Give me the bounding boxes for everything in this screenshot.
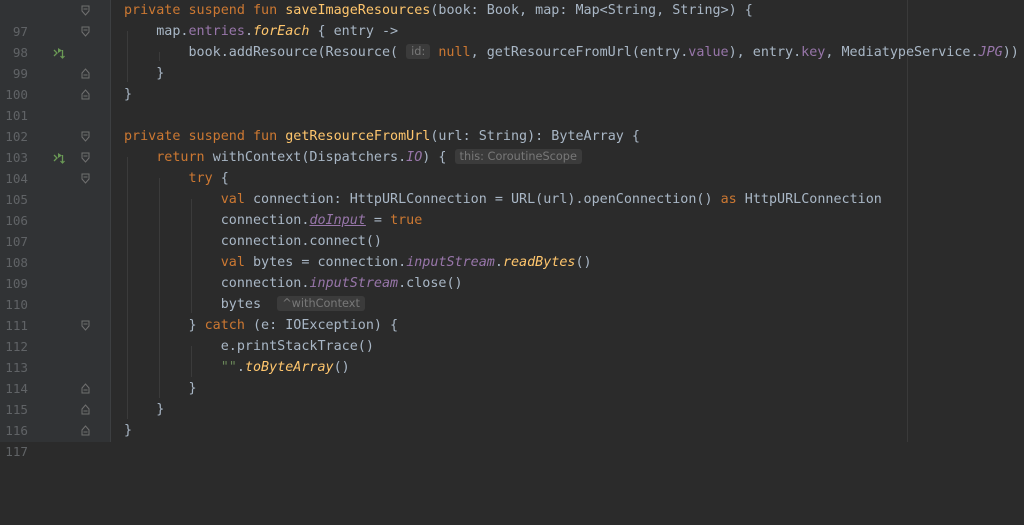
code-editor[interactable]: 97 private suspend fun saveImageResource… <box>0 0 1024 459</box>
code-line: 116 } <box>0 399 1024 438</box>
fold-icon[interactable] <box>78 147 92 168</box>
fold-icon[interactable] <box>78 378 92 399</box>
code-text: try { <box>188 171 229 186</box>
code-line: 110 connection.inputStream.close() <box>0 273 1024 312</box>
code-line: 102 <box>0 105 1024 144</box>
code-text: } <box>124 87 133 102</box>
code-text: map.entries.forEach { entry -> <box>124 24 399 39</box>
code-text: book.addResource(Resource( id: null, get… <box>124 44 1019 60</box>
code-text: } <box>124 402 165 417</box>
code-line: 100 } <box>0 63 1024 102</box>
code-line: 99 book.addResource(Resource( id: null, … <box>0 42 1024 81</box>
code-line: 104 return withContext(Dispatchers.IO) {… <box>0 147 1024 186</box>
code-line: 103 private suspend fun getResourceFromU… <box>0 126 1024 165</box>
fold-icon[interactable] <box>78 21 92 42</box>
code-text: } <box>124 66 165 81</box>
code-line: 112 } catch (e: IOException) { <box>0 315 1024 354</box>
code-text: return withContext(Dispatchers.IO) { thi… <box>124 147 582 168</box>
receiver-hint: this: CoroutineScope <box>454 149 582 164</box>
fold-icon[interactable] <box>78 168 92 189</box>
fold-icon[interactable] <box>78 420 92 441</box>
code-text: } <box>124 423 133 438</box>
code-line: 115 } <box>0 378 1024 417</box>
code-line: 105 try { <box>0 168 1024 207</box>
code-line: 117 } <box>0 420 1024 459</box>
fold-icon[interactable] <box>78 84 92 105</box>
code-line: 108 connection.connect() <box>0 231 1024 270</box>
code-text: private suspend fun getResourceFromUrl(u… <box>124 129 640 144</box>
suspend-call-icon[interactable] <box>52 42 68 63</box>
fold-icon[interactable] <box>78 315 92 336</box>
fold-icon[interactable] <box>78 63 92 84</box>
code-line: 101 } <box>0 84 1024 123</box>
fold-icon[interactable] <box>78 126 92 147</box>
code-text: e.printStackTrace() <box>124 339 374 354</box>
code-text: connection.doInput = true <box>124 213 423 228</box>
suspend-call-icon[interactable] <box>52 147 68 168</box>
code-line: 111 bytes ^withContext <box>0 294 1024 333</box>
code-text: val connection: HttpURLConnection = URL(… <box>220 192 882 207</box>
return-hint: ^withContext <box>277 296 365 311</box>
code-text: } <box>124 381 197 396</box>
line-number: 117 <box>5 444 28 459</box>
code-text: val bytes = connection.inputStream.readB… <box>220 255 592 270</box>
code-text: connection.connect() <box>124 234 382 249</box>
code-text: "".toByteArray() <box>220 360 350 375</box>
code-line: 106 val connection: HttpURLConnection = … <box>0 189 1024 228</box>
code-text: connection.inputStream.close() <box>124 276 463 291</box>
fold-icon[interactable] <box>78 399 92 420</box>
code-text: private suspend fun saveImageResources(b… <box>124 3 753 18</box>
code-line: 114 "".toByteArray() <box>0 357 1024 396</box>
parameter-hint: id: <box>406 44 431 59</box>
code-text: bytes ^withContext <box>124 294 365 315</box>
fold-icon[interactable] <box>78 0 92 21</box>
code-line: 109 val bytes = connection.inputStream.r… <box>0 252 1024 291</box>
code-line: 98 map.entries.forEach { entry -> <box>0 21 1024 60</box>
code-line: 97 private suspend fun saveImageResource… <box>0 0 1024 39</box>
code-text: } catch (e: IOException) { <box>124 318 399 333</box>
code-line: 113 e.printStackTrace() <box>0 336 1024 375</box>
code-line: 107 connection.doInput = true <box>0 210 1024 249</box>
